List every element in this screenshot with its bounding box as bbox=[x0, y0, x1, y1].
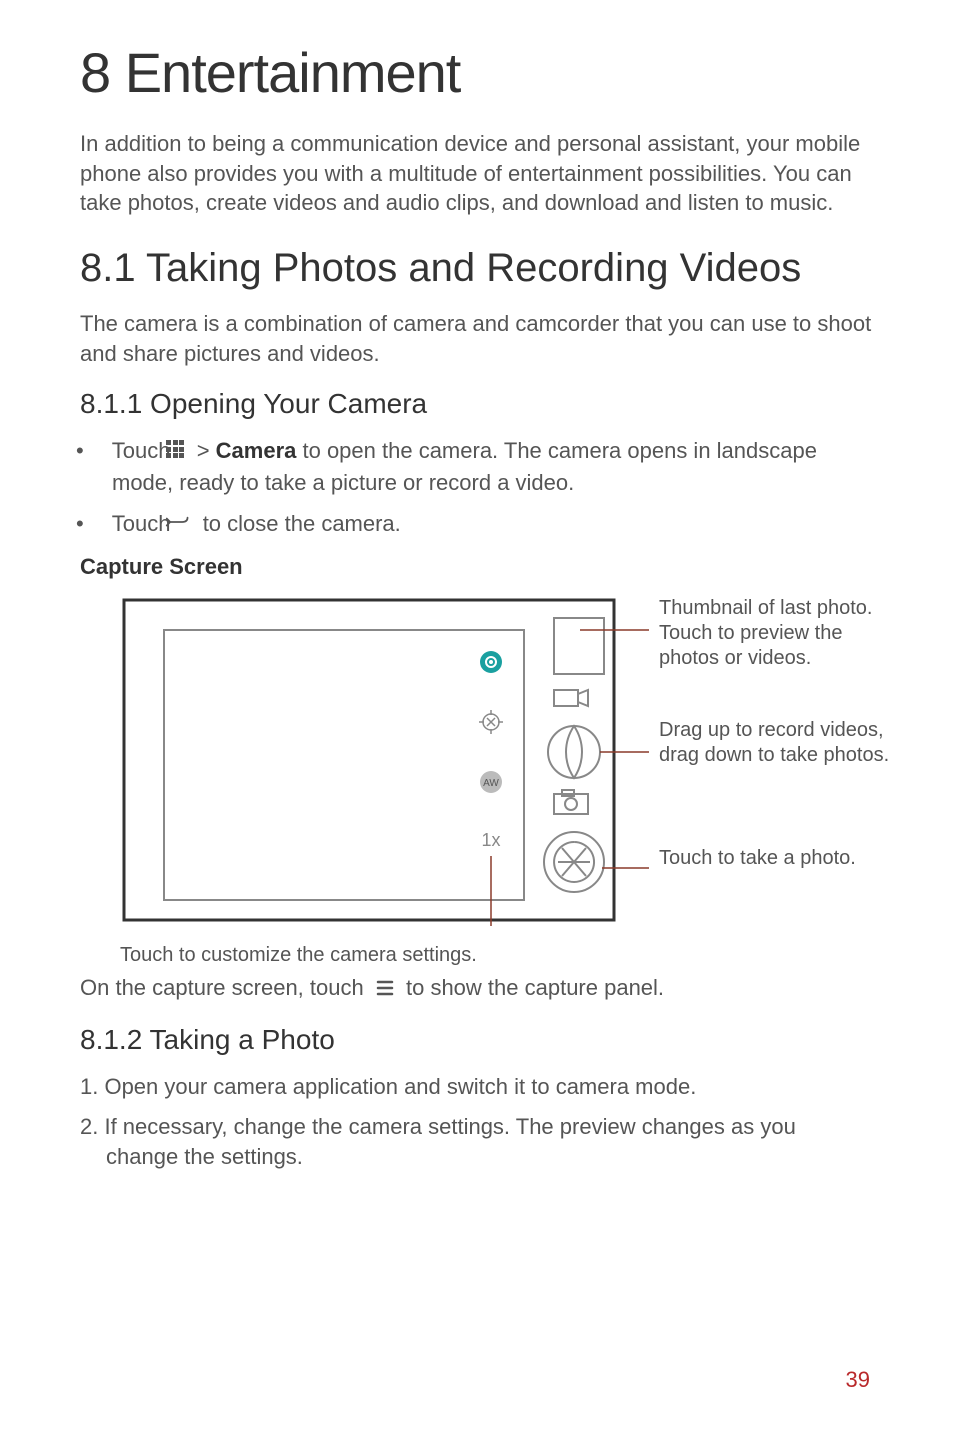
heading-3-open-camera: 8.1.1 Opening Your Camera bbox=[80, 388, 874, 420]
bullet2-post: to close the camera. bbox=[203, 511, 401, 536]
mode-slider-icon bbox=[548, 726, 600, 778]
heading-3-taking-photo: 8.1.2 Taking a Photo bbox=[80, 1024, 874, 1056]
bullet2-pre: Touch bbox=[112, 511, 171, 536]
page-number: 39 bbox=[846, 1367, 870, 1393]
step-1: 1. Open your camera application and swit… bbox=[80, 1072, 874, 1102]
flash-icon bbox=[480, 651, 502, 673]
apps-grid-icon bbox=[183, 437, 185, 468]
camera-strong: Camera bbox=[216, 438, 297, 463]
menu-icon bbox=[376, 975, 394, 1005]
bullet1-pre: Touch bbox=[112, 438, 171, 463]
panel-sentence: On the capture screen, touch to show the… bbox=[80, 973, 874, 1004]
shutter-icon bbox=[544, 832, 604, 892]
callout-shutter: Touch to take a photo. bbox=[659, 846, 899, 871]
videocam-icon bbox=[554, 690, 588, 706]
callout-settings: Touch to customize the camera settings. bbox=[120, 944, 874, 967]
panel-pre: On the capture screen, touch bbox=[80, 975, 364, 1000]
bullet1-mid: > bbox=[197, 438, 216, 463]
back-arrow-icon bbox=[183, 510, 191, 541]
svg-text:AW: AW bbox=[483, 778, 499, 789]
bullet-close-camera: • Touch to close the camera. bbox=[80, 509, 874, 541]
capture-screen-diagram: AW 1x Thumbnail of last photo. Touch to … bbox=[80, 590, 874, 967]
intro-paragraph: In addition to being a communication dev… bbox=[80, 129, 874, 218]
subheading-capture-screen: Capture Screen bbox=[80, 554, 874, 580]
callout-thumbnail: Thumbnail of last photo. Touch to previe… bbox=[659, 596, 899, 671]
step-2: 2. If necessary, change the camera setti… bbox=[80, 1112, 874, 1171]
bullet-open-camera: • Touch > Camera to open the camera. The… bbox=[80, 436, 874, 498]
heading-2: 8.1 Taking Photos and Recording Videos bbox=[80, 246, 874, 291]
panel-post: to show the capture panel. bbox=[406, 975, 664, 1000]
zoom-label: 1x bbox=[481, 830, 500, 850]
callout-drag: Drag up to record videos, drag down to t… bbox=[659, 718, 899, 768]
photocam-icon bbox=[554, 790, 588, 814]
focus-icon bbox=[479, 710, 503, 734]
heading-1: 8 Entertainment bbox=[80, 40, 874, 105]
awb-icon: AW bbox=[480, 771, 502, 793]
section-paragraph: The camera is a combination of camera an… bbox=[80, 309, 874, 368]
